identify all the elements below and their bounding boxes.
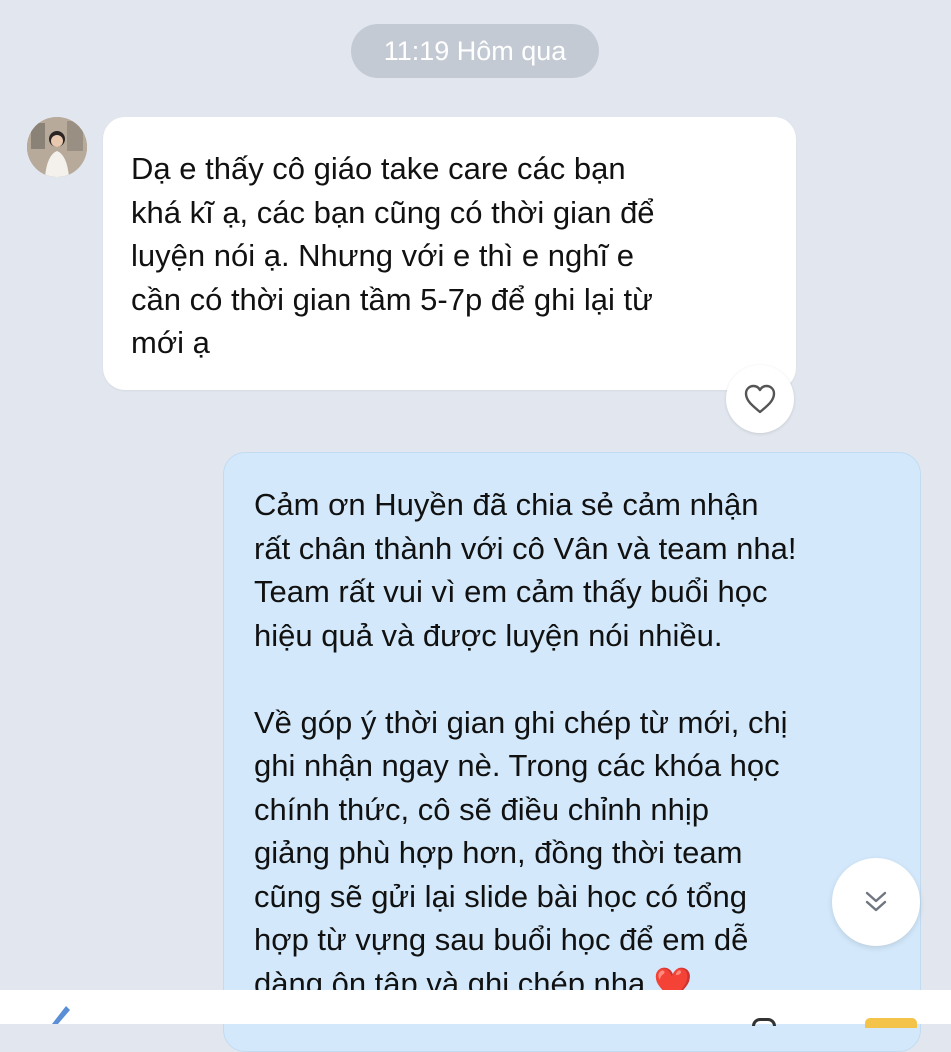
attachment-icon[interactable]: [752, 1018, 776, 1026]
incoming-message-bubble[interactable]: Dạ e thấy cô giáo take care các bạn khá …: [103, 117, 796, 390]
emoji-icon[interactable]: [865, 1018, 917, 1028]
double-chevron-down-icon: [865, 891, 887, 912]
contact-avatar[interactable]: [27, 117, 87, 177]
sticker-icon[interactable]: [48, 1004, 74, 1024]
heart-outline-icon: [744, 384, 776, 414]
message-timestamp: 11:19 Hôm qua: [351, 24, 599, 78]
message-composer-bar: [0, 990, 951, 1028]
scroll-to-bottom-button[interactable]: [832, 858, 920, 946]
react-heart-button[interactable]: [726, 365, 794, 433]
outgoing-message-bubble[interactable]: Cảm ơn Huyền đã chia sẻ cảm nhận rất châ…: [223, 452, 921, 1052]
